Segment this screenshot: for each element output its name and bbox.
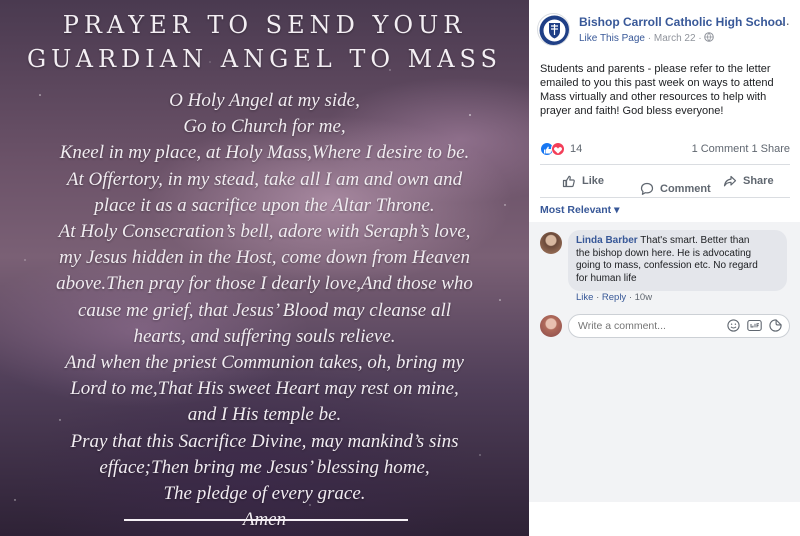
reaction-count: 14 bbox=[570, 143, 583, 155]
share-button-label: Share bbox=[743, 175, 774, 187]
prayer-line: O Holy Angel at my side, bbox=[169, 90, 360, 111]
prayer-line: Go to Church for me, bbox=[183, 116, 346, 138]
comment-reply-link[interactable]: Reply bbox=[602, 292, 626, 303]
gif-icon[interactable] bbox=[747, 319, 762, 332]
commenter-avatar[interactable] bbox=[540, 232, 562, 254]
post-header: Bishop Carroll Catholic High School Like… bbox=[537, 13, 795, 49]
reaction-summary[interactable]: 14 1 Comment 1 Share bbox=[540, 142, 790, 158]
post-date-link[interactable]: March 22 bbox=[654, 33, 696, 44]
comment-age[interactable]: 10w bbox=[635, 292, 652, 303]
globe-icon bbox=[704, 32, 715, 42]
separator: · bbox=[695, 33, 705, 44]
separator: · bbox=[593, 292, 602, 303]
divider bbox=[540, 197, 790, 198]
prayer-title-line: PRAYER TO SEND YOUR bbox=[62, 11, 467, 39]
smiley-icon[interactable] bbox=[727, 319, 740, 332]
page-name-link[interactable]: Bishop Carroll Catholic High School bbox=[579, 15, 786, 29]
comment-button[interactable]: Comment bbox=[640, 176, 800, 202]
comment-meta: Like · Reply · 10w bbox=[576, 292, 652, 303]
post-message-line: prayer and faith! God bless everyone! bbox=[540, 105, 724, 117]
like-button[interactable]: Like bbox=[562, 168, 604, 194]
prayer-line: At Holy Consecration’s bell, adore with … bbox=[58, 221, 471, 243]
comment-text-line: for human life bbox=[576, 272, 637, 284]
post-message-line: Mass virtually and other resources to he… bbox=[540, 91, 767, 103]
love-reaction-icon bbox=[551, 142, 565, 156]
separator: · bbox=[644, 33, 654, 44]
comment-sort-dropdown[interactable]: Most Relevant ▾ bbox=[540, 204, 619, 216]
speech-bubble-icon bbox=[640, 182, 654, 195]
prayer-title-line: GUARDIAN ANGEL TO MASS bbox=[26, 45, 502, 73]
post-message-line: emailed to you this past week on ways to… bbox=[540, 77, 774, 89]
post-message: Students and parents - please refer to t… bbox=[540, 62, 790, 118]
current-user-avatar bbox=[540, 315, 562, 337]
prayer-line: and I His temple be. bbox=[187, 404, 342, 426]
share-arrow-icon bbox=[723, 175, 737, 187]
prayer-line: And when the priest Communion takes, oh,… bbox=[65, 352, 464, 374]
comment-first-line: Linda Barber That's smart. Better than bbox=[576, 235, 779, 248]
post-message-line: Students and parents - please refer to t… bbox=[540, 63, 771, 75]
post-action-bar: Like Comment Share bbox=[540, 168, 790, 195]
prayer-line: above.Then pray for those I dearly love,… bbox=[56, 273, 473, 295]
share-button[interactable]: Share bbox=[723, 168, 774, 194]
prayer-line: my Jesus hidden in the Host, come down f… bbox=[59, 247, 470, 269]
prayer-text: O Holy Angel at my side, Go to Church fo… bbox=[10, 88, 519, 533]
like-page-link[interactable]: Like This Page bbox=[579, 33, 645, 44]
prayer-line: hearts, and suffering souls relieve. bbox=[133, 325, 396, 347]
comment-button-label: Comment bbox=[660, 183, 711, 195]
prayer-line: At Offertory, in my stead, take all I am… bbox=[66, 168, 463, 190]
comment-section: Linda Barber That's smart. Better than t… bbox=[529, 222, 800, 502]
prayer-line: Lord to me,That His sweet Heart may rest… bbox=[70, 378, 459, 400]
like-button-label: Like bbox=[582, 175, 605, 187]
post-image[interactable]: PRAYER TO SEND YOUR GUARDIAN ANGEL TO MA… bbox=[0, 0, 529, 536]
comment-share-count-link[interactable]: 1 Comment 1 Share bbox=[692, 143, 790, 155]
comment-like-link[interactable]: Like bbox=[576, 292, 593, 303]
divider bbox=[540, 164, 790, 165]
comment-text-line: going to mass, confession etc. No regard bbox=[576, 260, 758, 271]
prayer-line: cause me grief, that Jesus’ Blood may cl… bbox=[77, 299, 452, 321]
prayer-line: The pledge of every grace. bbox=[163, 483, 366, 505]
prayer-line: Kneel in my place, at Holy Mass,Where I … bbox=[59, 142, 470, 164]
composer-tools bbox=[727, 319, 782, 332]
prayer-line: Pray that this Sacrifice Divine, may man… bbox=[70, 430, 459, 452]
thumbs-up-icon bbox=[562, 175, 575, 188]
post-panel: Bishop Carroll Catholic High School Like… bbox=[529, 0, 800, 536]
school-crest-icon bbox=[539, 15, 569, 45]
comment-bubble: Linda Barber That's smart. Better than t… bbox=[568, 230, 787, 291]
prayer-line: place it as a sacrifice upon the Altar T… bbox=[94, 194, 435, 216]
sticker-icon[interactable] bbox=[769, 319, 782, 332]
prayer-title: PRAYER TO SEND YOUR GUARDIAN ANGEL TO MA… bbox=[0, 8, 529, 76]
comment-author-link[interactable]: Linda Barber bbox=[576, 235, 638, 246]
prayer-line: efface;Then bring me Jesus’ blessing hom… bbox=[99, 456, 430, 478]
decorative-rule bbox=[124, 519, 408, 521]
comment-text-line: the bishop down here. He is advocating bbox=[576, 247, 752, 259]
comment-composer bbox=[540, 314, 790, 340]
post-subline: Like This Page · March 22 · bbox=[579, 32, 715, 44]
post-options-button[interactable]: ··· bbox=[774, 15, 791, 31]
page-avatar[interactable] bbox=[537, 13, 570, 46]
separator: · bbox=[626, 292, 635, 303]
comment-text: That's smart. Better than bbox=[637, 235, 750, 246]
